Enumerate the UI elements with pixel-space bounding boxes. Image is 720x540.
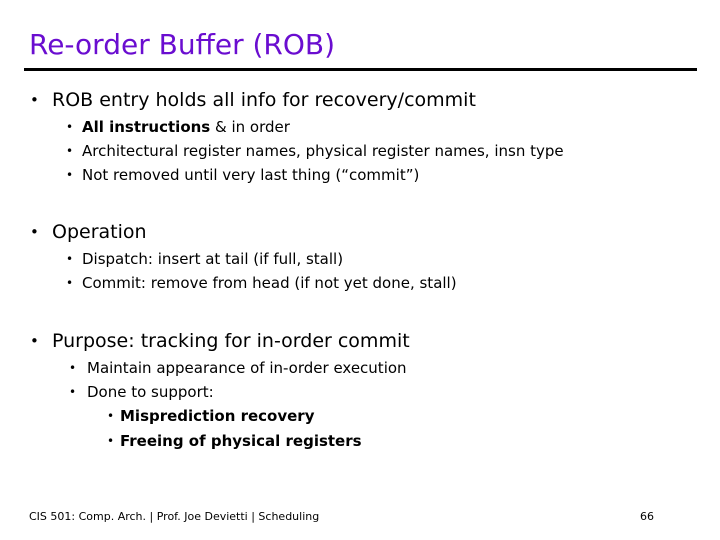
bullet-dot-icon: • bbox=[66, 120, 74, 134]
bullet-level3: • Freeing of physical registers bbox=[0, 429, 720, 454]
slide: Re-order Buffer (ROB) • ROB entry holds … bbox=[0, 0, 720, 540]
bullet-level2-label: Done to support: bbox=[87, 383, 214, 401]
title-divider bbox=[24, 68, 697, 71]
bullet-group-1: • ROB entry holds all info for recovery/… bbox=[0, 86, 720, 187]
bullet-level1: • ROB entry holds all info for recovery/… bbox=[0, 86, 720, 115]
bullet-level1-label: ROB entry holds all info for recovery/co… bbox=[52, 89, 476, 111]
footer-page-number: 66 bbox=[640, 510, 654, 523]
bullet-dot-icon: • bbox=[66, 252, 74, 266]
bullet-level2-bold-lead: All instructions bbox=[82, 118, 211, 136]
bullet-dot-icon: • bbox=[69, 385, 77, 399]
bullet-level3-label: Misprediction recovery bbox=[120, 407, 315, 425]
slide-body: • ROB entry holds all info for recovery/… bbox=[0, 86, 720, 454]
bullet-level2-label: Dispatch: insert at tail (if full, stall… bbox=[82, 250, 344, 268]
bullet-level2: • Maintain appearance of in-order execut… bbox=[0, 356, 720, 380]
bullet-dot-icon: • bbox=[69, 361, 77, 375]
bullet-level3-label: Freeing of physical registers bbox=[120, 432, 362, 450]
bullet-level1: • Purpose: tracking for in-order commit bbox=[0, 327, 720, 356]
bullet-group-3: • Purpose: tracking for in-order commit … bbox=[0, 327, 720, 454]
bullet-dot-icon: • bbox=[107, 434, 115, 448]
bullet-level2-rest: & in order bbox=[210, 118, 290, 136]
bullet-level1: • Operation bbox=[0, 218, 720, 247]
bullet-level2-label: All instructions & in order bbox=[82, 115, 290, 139]
bullet-level2-label: Maintain appearance of in-order executio… bbox=[87, 359, 407, 377]
bullet-level2-label: Not removed until very last thing (“comm… bbox=[82, 166, 420, 184]
bullet-level1-label: Purpose: tracking for in-order commit bbox=[52, 330, 410, 352]
bullet-level2-label: Commit: remove from head (if not yet don… bbox=[82, 274, 457, 292]
bullet-level2: • Done to support: bbox=[0, 380, 720, 404]
bullet-level3: • Misprediction recovery bbox=[0, 404, 720, 429]
bullet-group-2: • Operation • Dispatch: insert at tail (… bbox=[0, 218, 720, 295]
bullet-dot-icon: • bbox=[30, 332, 39, 350]
bullet-level2: • All instructions & in order bbox=[0, 115, 720, 139]
bullet-level2: • Dispatch: insert at tail (if full, sta… bbox=[0, 247, 720, 271]
bullet-dot-icon: • bbox=[66, 276, 74, 290]
page-title: Re-order Buffer (ROB) bbox=[29, 28, 336, 61]
bullet-level2: • Architectural register names, physical… bbox=[0, 139, 720, 163]
bullet-level1-label: Operation bbox=[52, 221, 147, 243]
bullet-dot-icon: • bbox=[30, 223, 39, 241]
bullet-level2: • Commit: remove from head (if not yet d… bbox=[0, 271, 720, 295]
bullet-dot-icon: • bbox=[66, 144, 74, 158]
bullet-level2-label: Architectural register names, physical r… bbox=[82, 142, 564, 160]
bullet-dot-icon: • bbox=[107, 409, 115, 423]
bullet-dot-icon: • bbox=[30, 91, 39, 109]
bullet-level2: • Not removed until very last thing (“co… bbox=[0, 163, 720, 187]
bullet-dot-icon: • bbox=[66, 168, 74, 182]
footer-credit: CIS 501: Comp. Arch. | Prof. Joe Deviett… bbox=[29, 510, 320, 523]
